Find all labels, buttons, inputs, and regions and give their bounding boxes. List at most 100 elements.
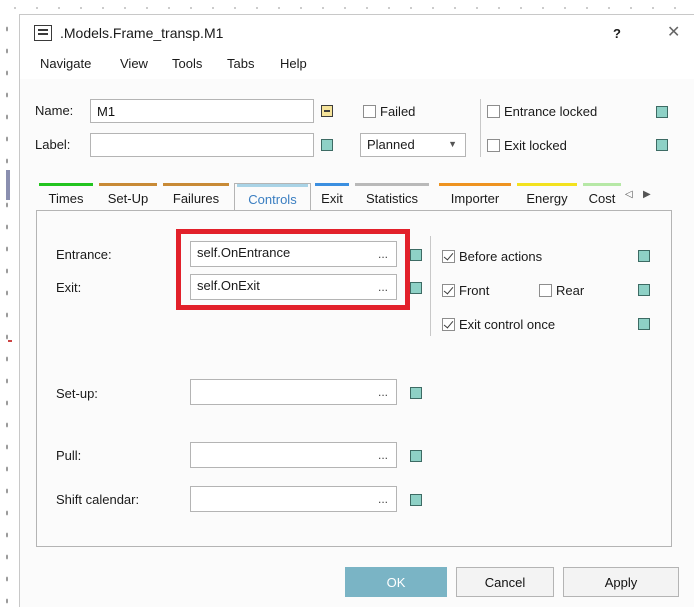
tab-setup-color-bar (99, 183, 157, 186)
header-separator (480, 99, 481, 157)
tab-scroll-right-icon[interactable]: ▶ (643, 189, 651, 200)
tab-cost[interactable]: Cost (581, 183, 623, 211)
tab-setup-label: Set-Up (107, 191, 149, 206)
exit-locked-box[interactable] (487, 139, 500, 152)
shift-calendar-inherit-icon[interactable] (410, 494, 422, 506)
dialog-icon (34, 25, 52, 41)
tab-importer-color-bar (439, 183, 511, 186)
before-actions-inherit-icon[interactable] (638, 250, 650, 262)
front-checkbox[interactable]: Front (442, 283, 489, 298)
name-inherit-icon[interactable] (321, 105, 333, 117)
red-highlight-box (176, 229, 410, 310)
tab-controls-label: Controls (248, 192, 297, 207)
tab-importer[interactable]: Importer (437, 183, 513, 211)
front-label: Front (459, 283, 490, 298)
tab-failures-label: Failures (172, 191, 220, 206)
shift-calendar-ellipsis-button[interactable]: ... (378, 492, 388, 506)
exit-locked-inherit-icon[interactable] (656, 139, 668, 151)
menu-help[interactable]: Help (280, 56, 307, 71)
pull-inherit-icon[interactable] (410, 450, 422, 462)
rear-label: Rear (556, 283, 585, 298)
tab-scroll-left-icon[interactable]: ◁ (625, 189, 633, 200)
rear-checkbox[interactable]: Rear (539, 283, 584, 298)
tab-exit[interactable]: Exit (313, 183, 351, 211)
menu-tabs[interactable]: Tabs (227, 56, 254, 71)
tab-controls-color-bar (237, 184, 308, 187)
failed-checkbox[interactable]: Failed (363, 104, 415, 119)
failed-label: Failed (380, 104, 416, 119)
menu-tools[interactable]: Tools (172, 56, 202, 71)
entrance-locked-box[interactable] (487, 105, 500, 118)
exit-control-once-inherit-icon[interactable] (638, 318, 650, 330)
apply-button[interactable]: Apply (563, 567, 679, 597)
name-input[interactable] (90, 99, 314, 123)
entrance-label: Entrance: (56, 247, 112, 262)
entrance-inherit-icon[interactable] (410, 249, 422, 261)
exit-inherit-icon[interactable] (410, 282, 422, 294)
tab-energy-label: Energy (526, 191, 568, 206)
background-connector-mark (8, 340, 12, 342)
tab-failures-color-bar (163, 183, 229, 186)
menu-bar: Navigate View Tools Tabs Help (20, 53, 694, 79)
tab-times-color-bar (39, 183, 93, 186)
close-icon[interactable]: ✕ (667, 22, 680, 42)
planned-dropdown[interactable]: Planned ▼ (360, 133, 466, 157)
name-label: Name: (35, 103, 74, 118)
front-box[interactable] (442, 284, 455, 297)
chevron-down-icon: ▼ (448, 139, 457, 149)
window-title: .Models.Frame_transp.M1 (60, 25, 224, 41)
ok-button[interactable]: OK (345, 567, 447, 597)
pull-label: Pull: (56, 448, 82, 463)
setup-label: Set-up: (56, 386, 98, 401)
shift-calendar-input[interactable]: ... (190, 486, 397, 512)
label-label: Label: (35, 137, 71, 152)
menu-view[interactable]: View (120, 56, 148, 71)
tab-statistics-color-bar (355, 183, 429, 186)
tab-times-label: Times (48, 191, 84, 206)
shift-calendar-label: Shift calendar: (56, 492, 140, 507)
setup-ellipsis-button[interactable]: ... (378, 385, 388, 399)
before-actions-label: Before actions (459, 249, 543, 264)
setup-inherit-icon[interactable] (410, 387, 422, 399)
front-rear-inherit-icon[interactable] (638, 284, 650, 296)
label-input[interactable] (90, 133, 314, 157)
exit-control-once-checkbox[interactable]: Exit control once (442, 317, 555, 332)
controls-panel: Entrance: self.OnEntrance ... Exit: self… (36, 210, 672, 547)
tab-importer-label: Importer (450, 191, 500, 206)
controls-separator (430, 236, 431, 336)
dialog-window: .Models.Frame_transp.M1 ? ✕ Navigate Vie… (19, 14, 694, 607)
failed-checkbox-box[interactable] (363, 105, 376, 118)
pull-ellipsis-button[interactable]: ... (378, 448, 388, 462)
label-inherit-icon[interactable] (321, 139, 333, 151)
entrance-locked-checkbox[interactable]: Entrance locked (487, 104, 597, 119)
background-grid-top (0, 0, 694, 12)
tab-cost-label: Cost (588, 191, 616, 206)
tab-statistics[interactable]: Statistics (353, 183, 431, 211)
tab-energy[interactable]: Energy (515, 183, 579, 211)
background-object-mark (6, 170, 10, 200)
help-button[interactable]: ? (613, 26, 621, 41)
exit-control-once-label: Exit control once (459, 317, 556, 332)
before-actions-checkbox[interactable]: Before actions (442, 249, 542, 264)
tab-energy-color-bar (517, 183, 577, 186)
exit-label: Exit: (56, 280, 82, 295)
entrance-locked-inherit-icon[interactable] (656, 106, 668, 118)
tab-setup[interactable]: Set-Up (97, 183, 159, 211)
tab-cost-color-bar (583, 183, 621, 186)
menu-navigate[interactable]: Navigate (40, 56, 91, 71)
setup-method-input[interactable]: ... (190, 379, 397, 405)
planned-value: Planned (367, 137, 415, 152)
exit-control-once-box[interactable] (442, 318, 455, 331)
cancel-button[interactable]: Cancel (456, 567, 554, 597)
tab-exit-color-bar (315, 183, 349, 186)
title-bar: .Models.Frame_transp.M1 ? ✕ (20, 15, 694, 53)
background-grid-left (0, 12, 10, 607)
pull-method-input[interactable]: ... (190, 442, 397, 468)
entrance-locked-label: Entrance locked (504, 104, 598, 119)
tab-controls[interactable]: Controls (234, 183, 311, 211)
tab-times[interactable]: Times (37, 183, 95, 211)
before-actions-box[interactable] (442, 250, 455, 263)
rear-box[interactable] (539, 284, 552, 297)
tab-failures[interactable]: Failures (161, 183, 231, 211)
exit-locked-checkbox[interactable]: Exit locked (487, 138, 567, 153)
